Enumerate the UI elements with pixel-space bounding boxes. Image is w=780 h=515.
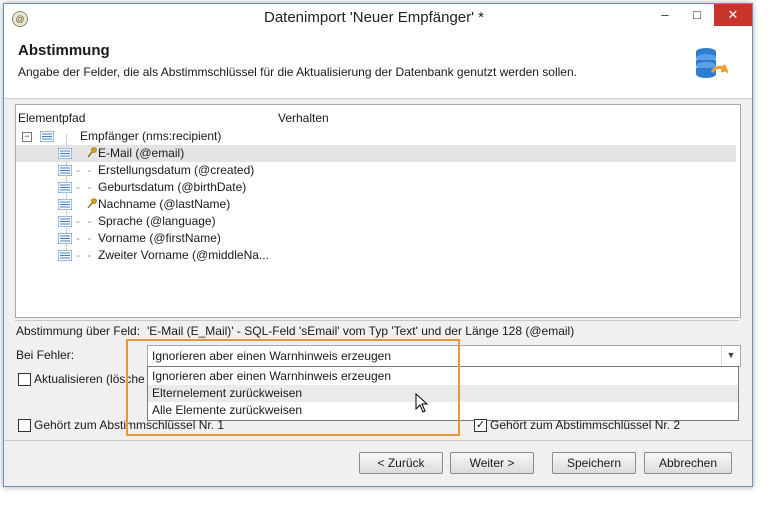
minimize-button[interactable]: – <box>652 4 678 26</box>
list-icon <box>58 250 72 261</box>
tree-item-label: Erstellungsdatum (@created) <box>98 163 255 177</box>
back-button[interactable]: < Zurück <box>359 452 443 474</box>
list-icon <box>58 199 72 210</box>
cancel-button[interactable]: Abbrechen <box>644 452 732 474</box>
column-header-path[interactable]: Elementpfad <box>18 111 85 125</box>
tree-item-label: Geburtsdatum (@birthDate) <box>98 180 247 194</box>
list-icon <box>58 216 72 227</box>
reconcile-field-label: Abstimmung über Feld: <box>16 324 141 338</box>
list-icon <box>58 182 72 193</box>
tree-root[interactable]: − Empfänger (nms:recipient) <box>16 128 736 145</box>
tree-item[interactable]: - - - Geburtsdatum (@birthDate) <box>16 179 736 196</box>
highlight-frame <box>126 339 460 436</box>
next-button[interactable]: Weiter > <box>450 452 534 474</box>
title-bar: @ Datenimport 'Neuer Empfänger' * – □ ✕ <box>4 4 752 32</box>
key-icon <box>87 147 97 158</box>
field-tree[interactable]: Elementpfad Verhalten − Empfänger (nms:r… <box>15 104 741 318</box>
key1-checkbox[interactable] <box>18 419 31 432</box>
list-icon <box>40 131 54 142</box>
update-checkbox[interactable] <box>18 373 31 386</box>
separator <box>15 320 739 321</box>
tree-item[interactable]: Nachname (@lastName) <box>16 196 736 213</box>
list-icon <box>58 233 72 244</box>
list-icon <box>58 165 72 176</box>
list-icon <box>58 148 72 159</box>
footer-separator <box>4 440 752 441</box>
on-error-label: Bei Fehler: <box>16 348 75 362</box>
key-icon <box>87 198 97 209</box>
tree-item[interactable]: - - - Zweiter Vorname (@middleNa... <box>16 247 736 264</box>
step-title: Abstimmung <box>18 42 110 59</box>
app-icon: @ <box>12 11 28 27</box>
step-description: Angabe der Felder, die als Abstimmschlüs… <box>18 65 577 79</box>
tree-root-label: Empfänger (nms:recipient) <box>80 129 222 143</box>
column-header-behavior[interactable]: Verhalten <box>278 111 329 125</box>
tree-item[interactable]: E-Mail (@email) <box>16 145 736 162</box>
tree-item-label: Sprache (@language) <box>98 214 216 228</box>
key2-checkbox-label: Gehört zum Abstimmschlüssel Nr. 2 <box>490 418 681 432</box>
chevron-down-icon[interactable]: ▼ <box>721 346 740 366</box>
tree-item[interactable]: - - - Erstellungsdatum (@created) <box>16 162 736 179</box>
tree-item-label: Nachname (@lastName) <box>98 197 231 211</box>
save-button[interactable]: Speichern <box>552 452 636 474</box>
mouse-cursor-icon <box>415 393 429 413</box>
tree-item-label: Vorname (@firstName) <box>98 231 221 245</box>
tree-item[interactable]: - - - Vorname (@firstName) <box>16 230 736 247</box>
key2-checkbox[interactable]: ✓ <box>474 419 487 432</box>
collapse-icon[interactable]: − <box>22 132 32 142</box>
tree-item-label: Zweiter Vorname (@middleNa... <box>98 248 269 262</box>
tree-item-label: E-Mail (@email) <box>98 146 185 160</box>
close-button[interactable]: ✕ <box>714 4 752 26</box>
database-reconcile-icon <box>696 48 728 78</box>
reconcile-field-value: 'E-Mail (E_Mail)' - SQL-Feld 'sEmail' vo… <box>147 324 575 338</box>
window-title: Datenimport 'Neuer Empfänger' * <box>264 9 484 26</box>
tree-item[interactable]: - - - Sprache (@language) <box>16 213 736 230</box>
maximize-button[interactable]: □ <box>684 4 710 26</box>
step-header: Abstimmung Angabe der Felder, die als Ab… <box>4 32 752 99</box>
